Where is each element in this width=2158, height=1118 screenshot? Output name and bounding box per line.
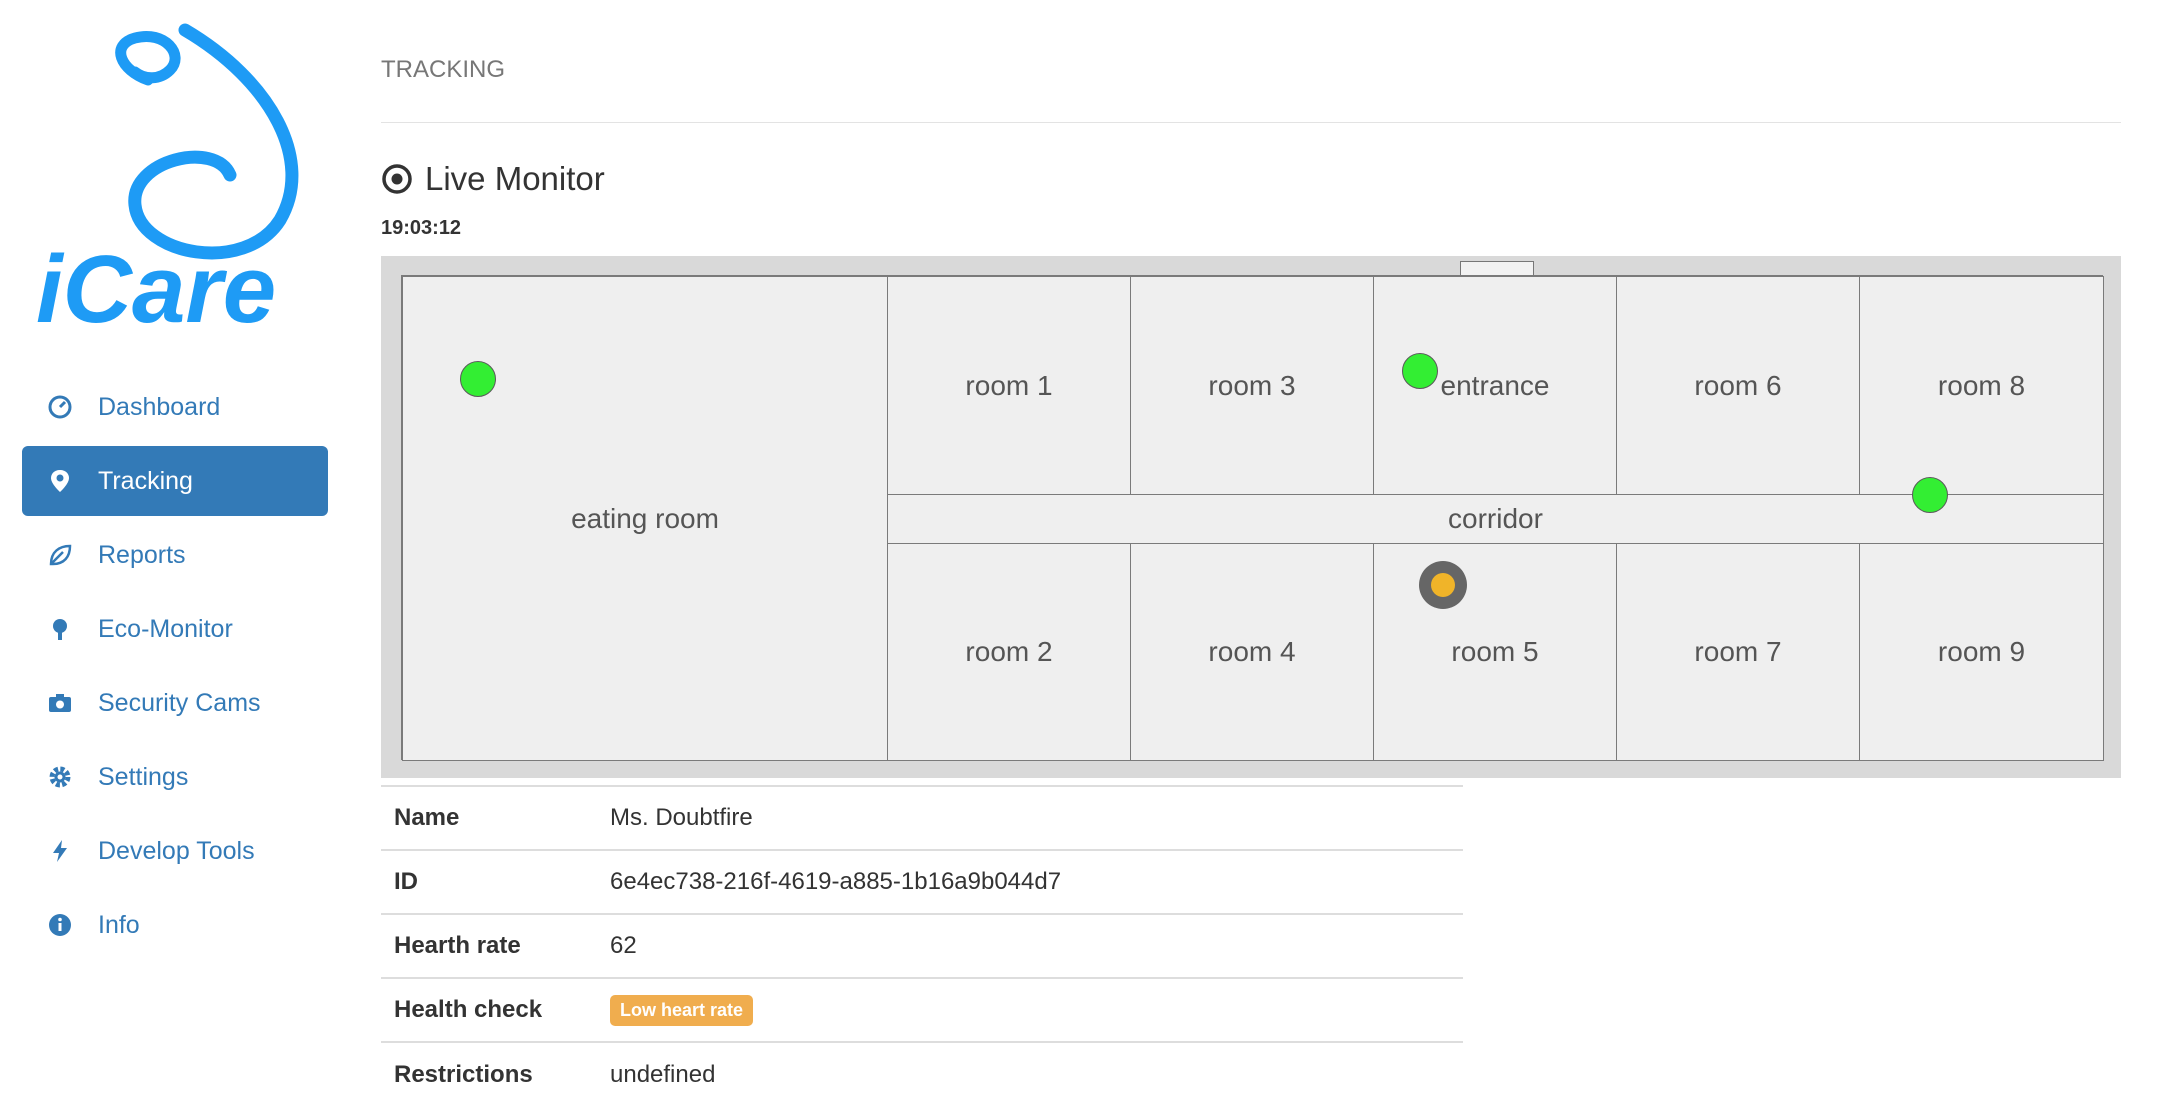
table-row: Restrictions undefined — [381, 1042, 1463, 1106]
sidebar-item-label: Info — [98, 910, 140, 939]
sidebar-item-label: Security Cams — [98, 688, 261, 717]
id-value: 6e4ec738-216f-4619-a885-1b16a9b044d7 — [610, 868, 1062, 895]
flash-icon — [47, 838, 73, 864]
room-3[interactable]: room 3 — [1130, 276, 1374, 495]
table-row: ID 6e4ec738-216f-4619-a885-1b16a9b044d7 — [381, 850, 1463, 914]
camera-icon — [47, 690, 73, 716]
room-4[interactable]: room 4 — [1130, 543, 1374, 761]
sidebar-item-develop-tools[interactable]: Develop Tools — [22, 816, 328, 886]
sidebar-item-label: Eco-Monitor — [98, 614, 233, 643]
sidebar-item-security-cams[interactable]: Security Cams — [22, 668, 328, 738]
name-value: Ms. Doubtfire — [610, 804, 753, 831]
room-6[interactable]: room 6 — [1616, 276, 1860, 495]
table-row: Health check Low heart rate — [381, 978, 1463, 1042]
logo-swirl-icon: iCare — [36, 23, 299, 343]
room-2[interactable]: room 2 — [887, 543, 1131, 761]
room-7[interactable]: room 7 — [1616, 543, 1860, 761]
table-row: Name Ms. Doubtfire — [381, 786, 1463, 850]
id-label: ID — [394, 868, 418, 895]
icare-logo[interactable]: iCare — [30, 20, 330, 343]
sidebar-item-label: Develop Tools — [98, 836, 255, 865]
leaf-icon — [47, 542, 73, 568]
sidebar-item-info[interactable]: Info — [22, 890, 328, 960]
room-5[interactable]: room 5 — [1373, 543, 1617, 761]
resident-marker[interactable] — [460, 361, 496, 397]
room-8[interactable]: room 8 — [1859, 276, 2104, 495]
logo-text: iCare — [36, 236, 276, 340]
entrance-door — [1460, 261, 1534, 275]
room-9[interactable]: room 9 — [1859, 543, 2104, 761]
sidebar: iCare Dashboard Tracking Reports Eco-Mon… — [0, 0, 355, 1118]
health-check-label: Health check — [394, 996, 543, 1023]
live-monitor-title: Live Monitor — [381, 160, 605, 198]
page-header: TRACKING — [381, 56, 2121, 123]
live-clock: 19:03:12 — [381, 217, 462, 239]
sidebar-item-label: Dashboard — [98, 392, 221, 421]
info-icon — [47, 912, 73, 938]
sidebar-item-label: Settings — [98, 762, 189, 791]
restrictions-value: undefined — [610, 1060, 716, 1088]
sidebar-item-label: Reports — [98, 540, 186, 569]
sidebar-item-dashboard[interactable]: Dashboard — [22, 372, 328, 442]
resident-marker[interactable] — [1912, 477, 1948, 513]
gear-icon — [47, 764, 73, 790]
floor-map: eating room room 1 room 3 entrance room … — [381, 256, 2121, 778]
floor-plan: eating room room 1 room 3 entrance room … — [401, 275, 2104, 761]
sidebar-item-label: Tracking — [98, 466, 193, 495]
dashboard-icon — [47, 394, 73, 420]
sidebar-item-eco-monitor[interactable]: Eco-Monitor — [22, 594, 328, 664]
resident-marker-alert[interactable] — [1419, 561, 1467, 609]
sidebar-item-reports[interactable]: Reports — [22, 520, 328, 590]
sidebar-nav: Dashboard Tracking Reports Eco-Monitor S… — [22, 372, 328, 964]
room-eating[interactable]: eating room — [402, 276, 888, 761]
room-1[interactable]: room 1 — [887, 276, 1131, 495]
map-marker-icon — [47, 468, 73, 494]
status-badge: Low heart rate — [610, 994, 754, 1026]
restrictions-label: Restrictions — [394, 1060, 533, 1088]
record-icon — [382, 164, 412, 194]
resident-details-table: Name Ms. Doubtfire ID 6e4ec738-216f-4619… — [381, 785, 1463, 1106]
resident-marker[interactable] — [1402, 353, 1438, 389]
sidebar-item-tracking[interactable]: Tracking — [22, 446, 328, 516]
health-check-value: Low heart rate — [597, 978, 1463, 1042]
tree-icon — [47, 616, 73, 642]
page-title: Live Monitor — [425, 160, 605, 197]
heart-rate-value: 62 — [610, 932, 637, 959]
sidebar-item-settings[interactable]: Settings — [22, 742, 328, 812]
name-label: Name — [394, 804, 460, 831]
table-row: Hearth rate 62 — [381, 914, 1463, 978]
heart-rate-label: Hearth rate — [394, 932, 521, 959]
